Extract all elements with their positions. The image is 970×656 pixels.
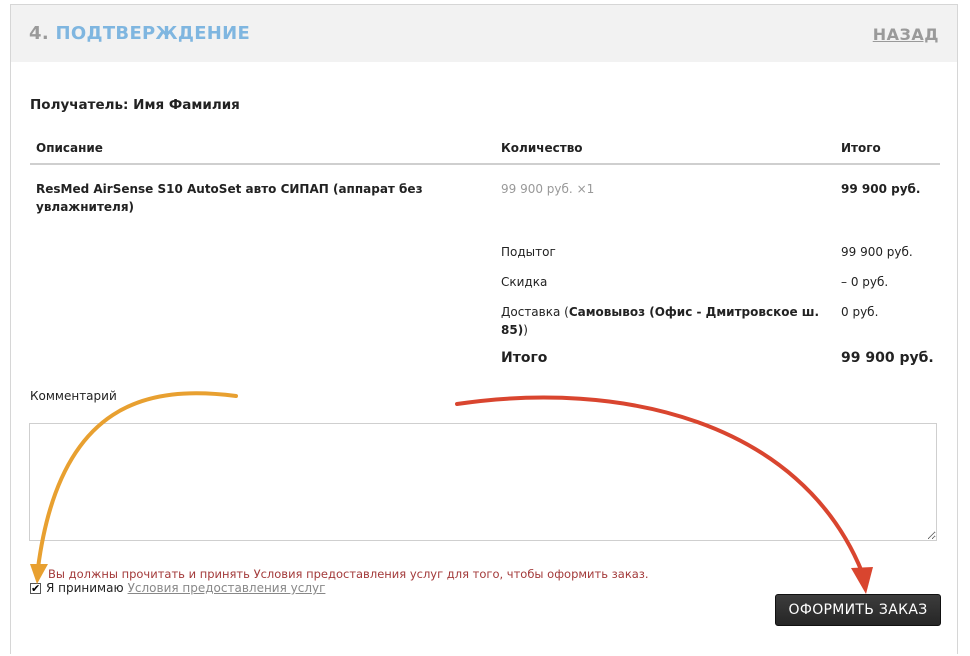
product-total: 99 900 руб. xyxy=(841,182,921,196)
product-description-line1: ResMed AirSense S10 AutoSet авто СИПАП (… xyxy=(36,182,423,196)
grand-total-label: Итого xyxy=(501,350,548,366)
discount-label: Скидка xyxy=(501,275,548,289)
checkout-panel: 4. ПОДТВЕРЖДЕНИЕ НАЗАД Получатель: Имя Ф… xyxy=(10,4,958,654)
product-description: ResMed AirSense S10 AutoSet авто СИПАП (… xyxy=(36,180,456,216)
subtotal-label: Подытог xyxy=(501,245,556,259)
comment-textarea[interactable] xyxy=(29,423,937,541)
column-header-total: Итого xyxy=(841,141,881,155)
column-header-quantity: Количество xyxy=(501,141,583,155)
terms-accept-label: Я принимаю xyxy=(46,581,124,595)
step-number: 4. xyxy=(29,23,49,44)
delivery-method-line2: 85) xyxy=(501,323,524,337)
column-header-description: Описание xyxy=(36,141,103,155)
terms-accept-row: ✔ Я принимаю Условия предоставления услу… xyxy=(30,581,325,595)
product-description-line2: увлажнителя) xyxy=(36,200,135,214)
delivery-label: Доставка (Самовывоз (Офис - Дмитровское … xyxy=(501,303,831,339)
grand-total-value: 99 900 руб. xyxy=(841,350,934,366)
step-title: 4. ПОДТВЕРЖДЕНИЕ xyxy=(29,23,250,44)
step-header: 4. ПОДТВЕРЖДЕНИЕ НАЗАД xyxy=(11,5,957,62)
back-link[interactable]: НАЗАД xyxy=(873,25,939,44)
terms-warning: Вы должны прочитать и принять Условия пр… xyxy=(48,567,649,581)
discount-value: – 0 руб. xyxy=(841,275,889,289)
terms-checkbox[interactable]: ✔ xyxy=(30,581,41,595)
delivery-prefix: Доставка ( xyxy=(501,305,569,319)
recipient-label: Получатель: Имя Фамилия xyxy=(30,97,240,113)
terms-link[interactable]: Условия предоставления услуг xyxy=(128,581,326,595)
place-order-button[interactable]: ОФОРМИТЬ ЗАКАЗ xyxy=(775,594,941,626)
delivery-value: 0 руб. xyxy=(841,305,879,319)
checkmark-icon: ✔ xyxy=(31,581,41,595)
subtotal-value: 99 900 руб. xyxy=(841,245,913,259)
header-divider xyxy=(30,163,940,165)
comment-label: Комментарий xyxy=(30,389,117,403)
delivery-method-line1: Самовывоз (Офис - Дмитровское ш. xyxy=(568,305,820,319)
product-unit-price: 99 900 руб. xyxy=(501,182,573,196)
product-qty: ×1 xyxy=(576,182,595,196)
delivery-suffix: ) xyxy=(523,323,528,337)
product-quantity: 99 900 руб. ×1 xyxy=(501,180,594,198)
step-name: ПОДТВЕРЖДЕНИЕ xyxy=(55,23,251,44)
